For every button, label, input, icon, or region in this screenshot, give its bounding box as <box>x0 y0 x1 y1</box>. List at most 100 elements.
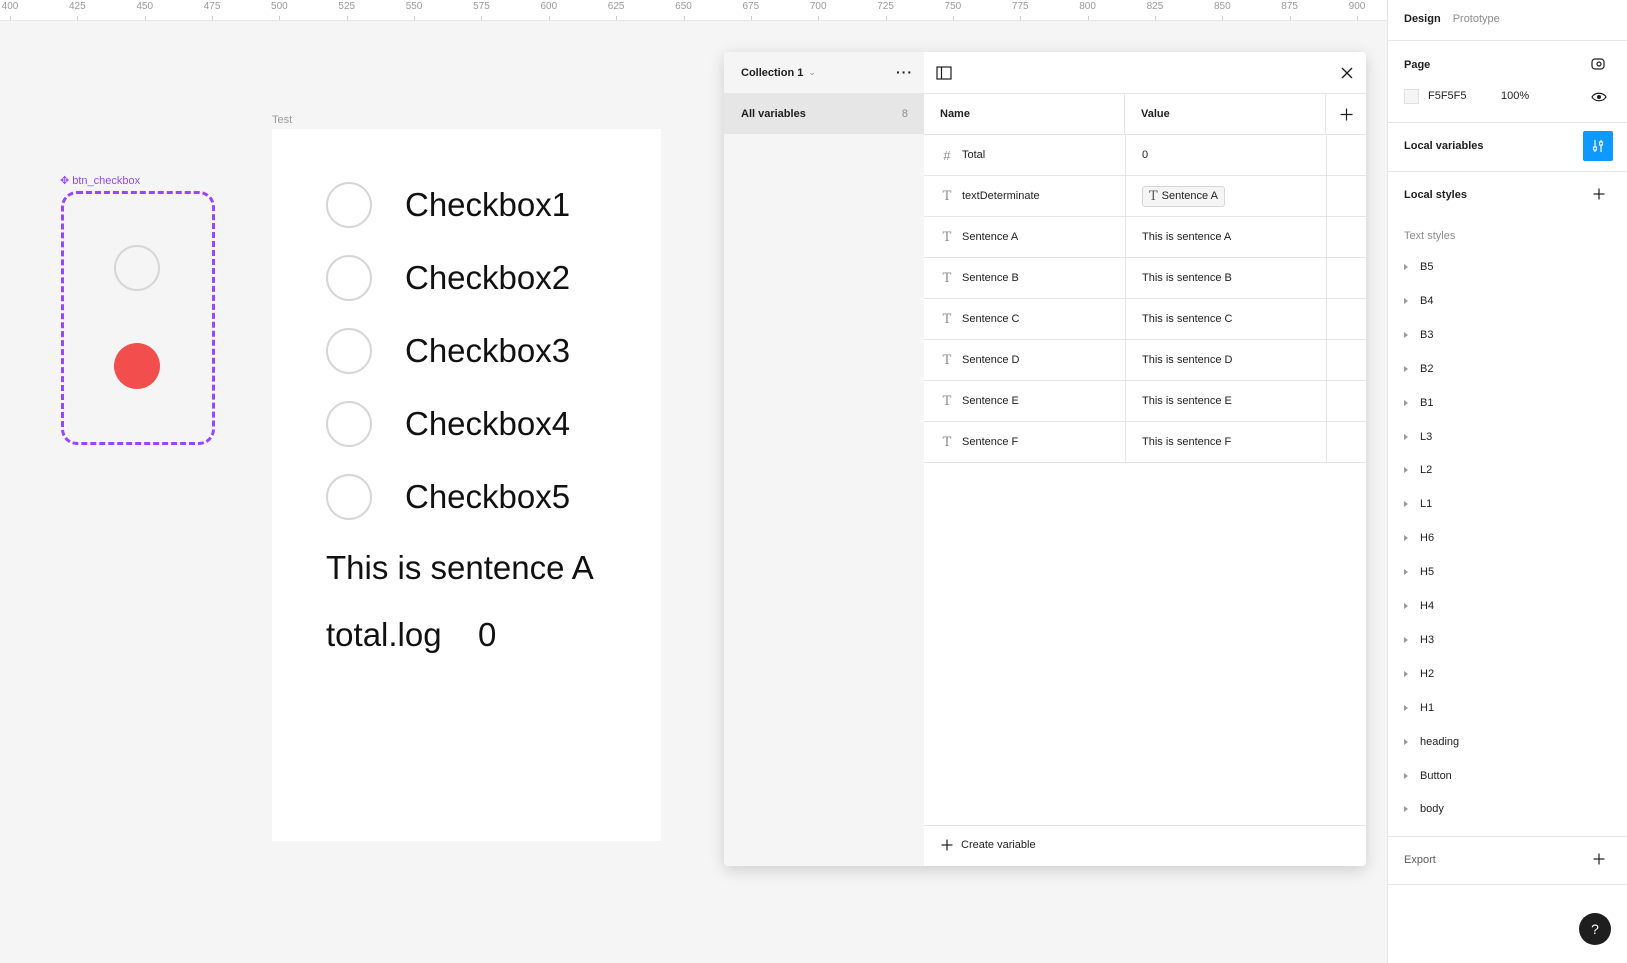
local-variables-button[interactable] <box>1583 131 1613 161</box>
variable-row[interactable]: T Sentence A This is sentence A <box>924 217 1366 258</box>
variable-row[interactable]: TtextDeterminate T Sentence A <box>924 176 1366 217</box>
variable-value-cell[interactable]: This is sentence B <box>1142 258 1326 298</box>
variable-name-cell[interactable]: TtextDeterminate <box>940 176 1125 216</box>
variable-value-cell[interactable]: T Sentence A <box>1142 176 1326 216</box>
text-style-item[interactable]: heading <box>1404 736 1459 748</box>
sentence-text: This is sentence A <box>326 549 594 586</box>
create-variable-button[interactable]: Create variable <box>941 839 1036 851</box>
caret-right-icon[interactable] <box>1404 297 1408 304</box>
text-style-item[interactable]: B3 <box>1404 329 1433 341</box>
checkbox-checked-variant[interactable] <box>114 343 160 389</box>
variable-value-cell[interactable]: This is sentence E <box>1142 381 1326 421</box>
text-style-item[interactable]: Button <box>1404 770 1452 782</box>
text-style-item[interactable]: L2 <box>1404 464 1432 476</box>
caret-right-icon[interactable] <box>1404 467 1408 474</box>
add-style-icon[interactable] <box>1593 188 1605 200</box>
caret-right-icon[interactable] <box>1404 501 1408 508</box>
page-toggle-icon[interactable] <box>1591 57 1607 71</box>
test-frame[interactable]: Checkbox1 Checkbox2 Checkbox3 Checkbox4 … <box>272 129 661 841</box>
component-set-frame[interactable] <box>61 191 215 445</box>
text-style-item[interactable]: body <box>1404 803 1444 815</box>
variable-row[interactable]: # Total 0 <box>924 135 1366 176</box>
checkbox-circle[interactable] <box>326 255 372 301</box>
page-color-value[interactable]: F5F5F5 <box>1428 90 1467 102</box>
text-style-item[interactable]: B1 <box>1404 397 1433 409</box>
checkbox-row[interactable]: Checkbox3 <box>326 326 570 376</box>
variable-value-cell[interactable]: This is sentence D <box>1142 340 1326 380</box>
text-style-item[interactable]: H1 <box>1404 702 1434 714</box>
caret-right-icon[interactable] <box>1404 331 1408 338</box>
add-mode-column[interactable] <box>1326 94 1366 135</box>
variable-name-cell[interactable]: T Sentence C <box>940 299 1125 339</box>
variable-row[interactable]: T Sentence E This is sentence E <box>924 381 1366 422</box>
variable-row[interactable]: T Sentence B This is sentence B <box>924 258 1366 299</box>
caret-right-icon[interactable] <box>1404 399 1408 406</box>
variable-name-cell[interactable]: T Sentence A <box>940 217 1125 257</box>
tab-prototype[interactable]: Prototype <box>1453 13 1500 25</box>
caret-right-icon[interactable] <box>1404 772 1408 779</box>
checkbox-circle[interactable] <box>326 401 372 447</box>
caret-right-icon[interactable] <box>1404 365 1408 372</box>
variable-value-cell[interactable]: This is sentence A <box>1142 217 1326 257</box>
variable-row[interactable]: T Sentence F This is sentence F <box>924 422 1366 463</box>
variable-row[interactable]: T Sentence C This is sentence C <box>924 299 1366 340</box>
add-export-icon[interactable] <box>1593 853 1605 865</box>
checkbox-unchecked-variant[interactable] <box>114 245 160 291</box>
checkbox-circle[interactable] <box>326 474 372 520</box>
all-variables-item[interactable]: All variables 8 <box>724 94 924 134</box>
checkbox-row[interactable]: Checkbox2 <box>326 253 570 303</box>
variable-value-cell[interactable]: This is sentence F <box>1142 422 1326 462</box>
plus-icon[interactable] <box>1340 108 1353 121</box>
alias-value: Sentence A <box>1161 190 1218 202</box>
text-style-item[interactable]: L3 <box>1404 431 1432 443</box>
text-style-item[interactable]: B5 <box>1404 261 1433 273</box>
alias-chip[interactable]: T Sentence A <box>1142 185 1225 207</box>
checkbox-row[interactable]: Checkbox4 <box>326 399 570 449</box>
caret-right-icon[interactable] <box>1404 569 1408 576</box>
variable-value-cell[interactable]: 0 <box>1142 135 1326 175</box>
chevron-down-icon[interactable]: ⌄ <box>808 67 816 78</box>
component-label[interactable]: ✥ btn_checkbox <box>60 174 140 188</box>
page-color-swatch[interactable] <box>1404 89 1419 104</box>
text-style-item[interactable]: H2 <box>1404 668 1434 680</box>
checkbox-row[interactable]: Checkbox1 <box>326 180 570 230</box>
frame-label[interactable]: Test <box>272 114 292 126</box>
text-style-item[interactable]: L1 <box>1404 498 1432 510</box>
caret-right-icon[interactable] <box>1404 704 1408 711</box>
sidebar-toggle-icon[interactable] <box>936 65 952 81</box>
text-style-item[interactable]: H5 <box>1404 566 1434 578</box>
text-style-item[interactable]: B2 <box>1404 363 1433 375</box>
text-style-item[interactable]: H4 <box>1404 600 1434 612</box>
caret-right-icon[interactable] <box>1404 603 1408 609</box>
caret-right-icon[interactable] <box>1404 636 1408 643</box>
variable-name-cell[interactable]: T Sentence D <box>940 340 1125 380</box>
checkbox-row[interactable]: Checkbox5 <box>326 472 570 522</box>
variables-modal: Collection 1 ⌄ ··· All variables 8 Name … <box>724 52 1366 866</box>
more-options-icon[interactable]: ··· <box>896 64 913 80</box>
tab-design[interactable]: Design <box>1404 13 1441 25</box>
collection-name[interactable]: Collection 1 <box>741 67 803 79</box>
variable-name-cell[interactable]: T Sentence B <box>940 258 1125 298</box>
variable-name-cell[interactable]: T Sentence E <box>940 381 1125 421</box>
design-panel: Design Prototype Page F5F5F5 100% Local … <box>1387 0 1627 963</box>
checkbox-circle[interactable] <box>326 328 372 374</box>
variable-name-cell[interactable]: # Total <box>940 135 1125 175</box>
text-style-name: L1 <box>1420 498 1433 511</box>
page-opacity-value[interactable]: 100% <box>1501 90 1529 102</box>
checkbox-circle[interactable] <box>326 182 372 228</box>
eye-icon[interactable] <box>1591 91 1607 103</box>
help-button[interactable]: ? <box>1579 913 1611 945</box>
caret-right-icon[interactable] <box>1404 433 1408 440</box>
caret-right-icon[interactable] <box>1404 806 1408 813</box>
variable-value-cell[interactable]: This is sentence C <box>1142 299 1326 339</box>
caret-right-icon[interactable] <box>1404 670 1408 677</box>
variable-name-cell[interactable]: T Sentence F <box>940 422 1125 462</box>
caret-right-icon[interactable] <box>1404 535 1408 542</box>
close-icon[interactable] <box>1341 67 1353 79</box>
variable-row[interactable]: T Sentence D This is sentence D <box>924 340 1366 381</box>
caret-right-icon[interactable] <box>1404 738 1408 745</box>
text-style-item[interactable]: B4 <box>1404 295 1433 307</box>
text-style-item[interactable]: H6 <box>1404 532 1434 544</box>
text-style-item[interactable]: H3 <box>1404 634 1434 646</box>
caret-right-icon[interactable] <box>1404 264 1408 270</box>
